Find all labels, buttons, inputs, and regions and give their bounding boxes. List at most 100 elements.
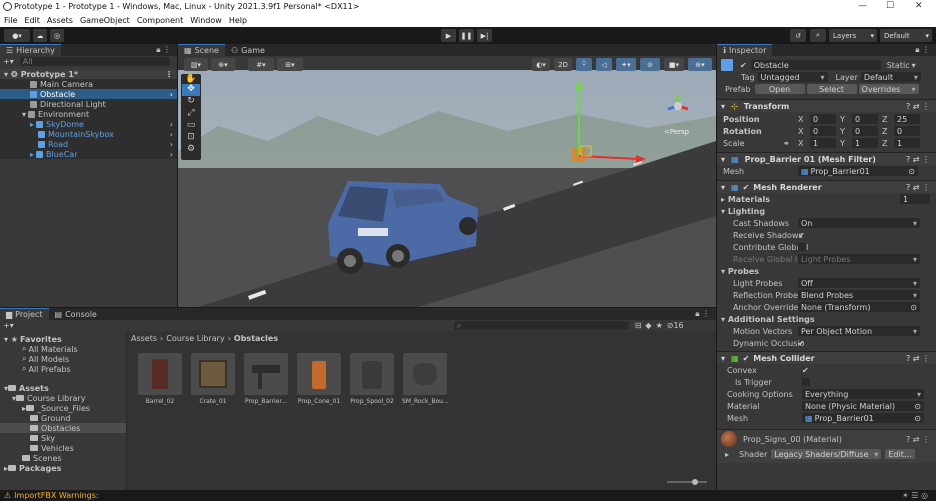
breadcrumb-assets[interactable]: Assets (131, 334, 157, 343)
shader-edit-button[interactable]: Edit... (885, 449, 916, 459)
component-menu-icon[interactable]: ? ⇄ ⋮ (906, 435, 930, 444)
add-icon[interactable]: +▾ (3, 321, 14, 330)
scale-tool-icon[interactable]: ⤢ (187, 108, 194, 120)
folder-scenes[interactable]: Scenes (0, 453, 126, 463)
chevron-right-icon[interactable]: › (170, 130, 173, 139)
rotation-z-input[interactable]: 0 (894, 126, 920, 136)
project-search-input[interactable]: ⌕ (453, 321, 629, 330)
gizmos-icon[interactable]: ⊕▾ (688, 58, 712, 71)
tree-item-bluecar[interactable]: ▸ BlueCar › (0, 149, 177, 159)
thumbnail-size-slider[interactable] (667, 479, 707, 485)
audio-icon[interactable]: ◁ (596, 58, 612, 71)
folder-source-files[interactable]: ▸ _Source_Files (0, 403, 126, 413)
asset-item[interactable]: Prop_Barrier... (243, 353, 289, 405)
favorite-icon[interactable]: ★ (656, 321, 663, 330)
receive-shadows-checkbox[interactable]: ✔ (798, 231, 805, 240)
scene-view[interactable]: <Persp ✋ ✥ ↻ ⤢ ▭ ⊡ ⚙ (178, 56, 716, 307)
breadcrumb-course-library[interactable]: Course Library (166, 334, 224, 343)
tab-hierarchy[interactable]: ☰ Hierarchy (0, 44, 61, 56)
component-menu-icon[interactable]: ? ⇄ ⋮ (906, 183, 930, 192)
prefab-select-button[interactable]: Select (806, 84, 857, 94)
cast-shadows-dropdown[interactable]: On (798, 218, 920, 228)
folder-course-library[interactable]: ▾ Course Library (0, 393, 126, 403)
scale-x-input[interactable]: 1 (810, 138, 836, 148)
tab-scene[interactable]: ▦ Scene (178, 44, 225, 56)
prefab-overrides-dropdown[interactable]: Overrides (858, 84, 919, 94)
rotation-y-input[interactable]: 0 (852, 126, 878, 136)
chevron-right-icon[interactable]: › (170, 90, 173, 99)
collider-mesh-field[interactable]: ▦ Prop_Barrier01 ⊙ (802, 413, 924, 423)
tree-item-directional-light[interactable]: Directional Light (0, 99, 177, 109)
menu-window[interactable]: Window (190, 16, 222, 25)
status-icons[interactable]: ✶ ☰ ◎ (902, 491, 928, 500)
component-menu-icon[interactable]: ? ⇄ ⋮ (906, 155, 930, 164)
global-toggle[interactable]: ⊕▾ (211, 58, 235, 71)
tree-item-scene[interactable]: ▾ ❂ Prototype 1* ⋮ (0, 69, 177, 79)
convex-checkbox[interactable]: ✔ (802, 366, 809, 375)
scale-z-input[interactable]: 1 (894, 138, 920, 148)
move-tool-icon[interactable]: ✥ (182, 84, 200, 96)
search-icon[interactable]: ⌕ (810, 29, 826, 42)
favorite-all-prefabs[interactable]: ⌕ All Prefabs (0, 364, 126, 374)
chevron-right-icon[interactable]: › (170, 140, 173, 149)
favorites-header[interactable]: ▾ ★ Favorites (0, 334, 126, 344)
pause-button[interactable]: ❚❚ (459, 29, 474, 42)
object-picker-icon[interactable]: ⊙ (910, 303, 917, 312)
account-button[interactable]: ●▾ (4, 29, 30, 42)
mode-2d-button[interactable]: 2D (554, 58, 572, 71)
object-picker-icon[interactable]: ⊙ (914, 402, 921, 411)
menu-file[interactable]: File (4, 16, 17, 25)
enabled-checkbox[interactable]: ✔ (743, 354, 750, 363)
asset-item[interactable]: Crate_01 (190, 353, 236, 405)
tab-console[interactable]: ▤ Console (48, 308, 103, 320)
assets-header[interactable]: ▾ Assets (0, 383, 126, 393)
snap-increment-icon[interactable]: ⊞▾ (277, 58, 303, 71)
is-trigger-checkbox[interactable] (802, 378, 810, 386)
minimize-icon[interactable]: — (858, 1, 867, 11)
rect-tool-icon[interactable]: ▭ (187, 120, 196, 132)
prefab-open-button[interactable]: Open (754, 84, 805, 94)
asset-item[interactable]: SM_Rock_Bou... (402, 353, 448, 405)
position-x-input[interactable]: 0 (810, 114, 836, 124)
rotation-x-input[interactable]: 0 (810, 126, 836, 136)
collider-material-field[interactable]: None (Physic Material) ⊙ (802, 401, 924, 411)
status-warning-text[interactable]: ImportFBX Warnings: (14, 491, 98, 500)
tree-item-environment[interactable]: ▾ Environment (0, 109, 177, 119)
render-mode-icon[interactable]: ◐▾ (532, 58, 550, 71)
more-icon[interactable]: ⋮ (165, 70, 173, 79)
close-icon[interactable]: ✕ (915, 1, 923, 11)
lock-icon[interactable]: 🔒︎ ⋮ (695, 309, 710, 319)
camera-settings-icon[interactable]: ■▾ (664, 58, 684, 71)
rotate-tool-icon[interactable]: ↻ (187, 96, 195, 108)
lock-icon[interactable]: 🔒︎ ⋮ (915, 45, 930, 55)
tree-item-mountainskybox[interactable]: MountainSkybox › (0, 129, 177, 139)
static-label[interactable]: Static (887, 61, 910, 70)
tree-item-road[interactable]: Road › (0, 139, 177, 149)
menu-help[interactable]: Help (229, 16, 247, 25)
tag-dropdown[interactable]: Untagged (757, 72, 828, 82)
chevron-right-icon[interactable]: › (170, 150, 173, 159)
position-z-input[interactable]: 25 (894, 114, 920, 124)
enabled-checkbox[interactable]: ✔ (743, 183, 750, 192)
collab-icon[interactable]: ◎ (50, 29, 64, 42)
menu-edit[interactable]: Edit (24, 16, 40, 25)
additional-settings-foldout[interactable]: ▾ Additional Settings (721, 315, 815, 324)
filter-type-icon[interactable]: ⊟ (635, 321, 642, 330)
tree-item-obstacle[interactable]: Obstacle › (0, 89, 177, 99)
filter-label-icon[interactable]: ◆ (645, 321, 651, 330)
tab-project[interactable]: ▆ Project (0, 308, 49, 320)
tree-item-main-camera[interactable]: Main Camera (0, 79, 177, 89)
mesh-collider-header[interactable]: ▾ ▦ ✔ Mesh Collider ? ⇄ ⋮ (717, 351, 936, 364)
lock-icon[interactable]: 🔒︎ ⋮ (156, 45, 171, 55)
layout-dropdown[interactable]: Default ▾ (880, 29, 932, 42)
position-y-input[interactable]: 0 (852, 114, 878, 124)
hidden-packages-icon[interactable]: ⊘16 (667, 321, 684, 330)
folder-obstacles[interactable]: Obstacles (0, 423, 126, 433)
asset-item[interactable]: Barrel_02 (137, 353, 183, 405)
anchor-override-field[interactable]: None (Transform) ⊙ (798, 302, 920, 312)
effects-icon[interactable]: ✦▾ (616, 58, 636, 71)
object-name-input[interactable]: Obstacle (750, 60, 881, 70)
view-tool-icon[interactable]: ✋ (185, 74, 196, 84)
mesh-filter-mesh-field[interactable]: ▦ Prop_Barrier01 ⊙ (798, 166, 918, 176)
contribute-gi-checkbox[interactable] (798, 243, 806, 251)
